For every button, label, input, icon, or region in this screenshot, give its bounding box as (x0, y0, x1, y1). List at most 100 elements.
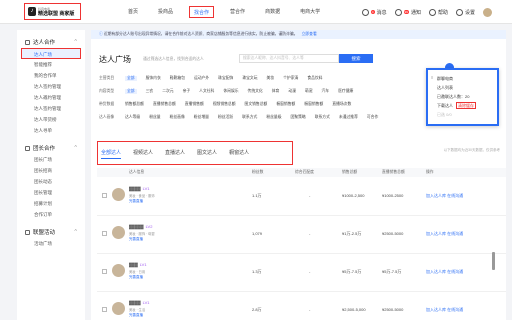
table-row[interactable]: ▓▓▓▓▓ LV2 美妆 · 服饰 · 母婴 完善直播 1,079 - ¥1万-2… (97, 216, 506, 254)
filter-dropdown[interactable]: 直播销售总额 (153, 102, 176, 107)
filter-option[interactable]: 鞋靴箱包 (170, 76, 185, 81)
filter-option[interactable]: 服饰内衣 (146, 76, 161, 81)
filter-option[interactable]: 运动户外 (194, 76, 209, 81)
tab-all[interactable]: 全部达人 (101, 147, 122, 159)
nav-item-cooperation[interactable]: 找合作 (189, 6, 215, 18)
message-button[interactable]: 4 消息 (361, 8, 387, 16)
filter-option[interactable]: 二次元 (162, 89, 173, 94)
nav-item-products[interactable]: 投商品 (148, 6, 183, 18)
sidebar-item-leader-manage[interactable]: 团长管理 (17, 187, 85, 198)
add-to-library-button[interactable]: 加入达人库 (426, 269, 446, 274)
talent-link[interactable]: 完善直播 (129, 313, 143, 318)
nav-item-home[interactable]: 首页 (118, 6, 148, 18)
download-button[interactable]: 下载达人 (437, 103, 453, 108)
table-row[interactable]: ▓▓▓▓ LV1 美妆 · 食品 · 服饰 完善直播 1.1万 - ¥1000-2… (97, 178, 506, 216)
filter-option[interactable]: 动漫 (288, 89, 296, 94)
clear-cache-button[interactable]: 清除缓存 (456, 102, 476, 109)
filter-dropdown[interactable]: 直播场次数 (332, 102, 351, 107)
sidebar-item-recruit[interactable]: 招募计划 (17, 198, 85, 209)
add-to-library-button[interactable]: 加入达人库 (426, 193, 446, 198)
filter-option[interactable]: 萌宠 (305, 89, 313, 94)
col-header-live-sales[interactable]: 直播销售总额 (382, 168, 405, 177)
filter-option[interactable]: 美妆 (267, 76, 275, 81)
filter-option[interactable]: 传统文化 (248, 89, 263, 94)
tab-live[interactable]: 直播达人 (165, 147, 185, 159)
filter-dropdown[interactable]: 销售额总额 (125, 102, 144, 107)
search-input[interactable]: 搜索达人昵称、达人抖音号、达人等 (239, 54, 339, 63)
nav-item-data[interactable]: 商数据 (255, 6, 290, 18)
filter-option[interactable]: 人文社科 (199, 89, 214, 94)
logo[interactable]: ♪ 抖音电商 精选联盟 商家版 (24, 3, 81, 20)
sidebar-item-seek[interactable]: 达人寻单 (17, 125, 85, 136)
filter-option[interactable]: 汽车 (322, 89, 330, 94)
talent-name[interactable]: ▓▓▓▓ LV1 (129, 186, 150, 191)
col-header-fans[interactable]: 粉丝数 (252, 168, 263, 177)
filter-option[interactable]: 三农 (146, 89, 154, 94)
filter-option[interactable]: 休闲娱乐 (223, 89, 238, 94)
chat-button[interactable]: 在线沟通 (447, 307, 463, 312)
nav-item-marketing[interactable]: 营合作 (220, 6, 255, 18)
filter-dropdown[interactable]: 粉丝画像 (170, 115, 185, 120)
nav-item-university[interactable]: 电商大学 (290, 6, 330, 18)
filter-dropdown[interactable]: 粉丝量级 (266, 115, 281, 120)
filter-option[interactable]: 珠宝配饰 (218, 76, 233, 81)
table-row[interactable]: ▓▓▓ LV1 美妆 · 日用 完善直播 1.3万 - ¥5万-7.5万 ¥5万-… (97, 254, 506, 292)
sidebar-section-leader[interactable]: 团长合作 ^ (17, 142, 85, 154)
filter-option[interactable]: 医疗健康 (338, 89, 353, 94)
avatar[interactable] (483, 7, 492, 17)
settings-button[interactable]: 设置 (455, 8, 475, 16)
sidebar-item-leader-square[interactable]: 团长广场 (17, 154, 85, 165)
add-to-library-button[interactable]: 加入达人库 (426, 231, 446, 236)
notice-button[interactable]: 99 通知 (394, 8, 421, 16)
talent-name[interactable]: ▓▓▓▓ LV1 (129, 300, 150, 305)
sidebar-section-talent[interactable]: 达人合作 ^ (17, 36, 85, 48)
filter-option[interactable]: 食品饮料 (307, 76, 322, 81)
sidebar-item-talent-square[interactable]: 达人广场 (21, 48, 81, 59)
filter-dropdown[interactable]: 图文销售总额 (245, 102, 268, 107)
sidebar-item-leader-invite[interactable]: 团长招商 (17, 165, 85, 176)
chat-button[interactable]: 在线沟通 (447, 231, 463, 236)
chat-button[interactable]: 在线沟通 (447, 269, 463, 274)
row-checkbox[interactable] (102, 269, 107, 274)
filter-dropdown[interactable]: 联系方式 (242, 115, 257, 120)
talent-link[interactable]: 完善直播 (129, 275, 143, 280)
talent-link[interactable]: 完善直播 (129, 199, 143, 204)
sidebar-item-sign-manage[interactable]: 达人签约管理 (17, 103, 85, 114)
filter-option[interactable]: 全部 (125, 76, 137, 81)
filter-dropdown[interactable]: 粉丝活跃 (218, 115, 233, 120)
row-checkbox[interactable] (102, 193, 107, 198)
menu-icon[interactable]: ≡ (431, 75, 433, 80)
filter-dropdown[interactable]: 联系方式 (315, 115, 330, 120)
sidebar-item-leader-news[interactable]: 团长动态 (17, 176, 85, 187)
notice-link[interactable]: 立即查看 (302, 32, 317, 36)
add-to-library-button[interactable]: 加入达人库 (426, 307, 446, 312)
filter-dropdown[interactable]: 可合作 (367, 115, 378, 120)
filter-dropdown[interactable]: 粉丝增量 (194, 115, 209, 120)
row-checkbox[interactable] (102, 231, 107, 236)
tab-image[interactable]: 图文达人 (197, 147, 217, 159)
filter-option[interactable]: 体育 (272, 89, 280, 94)
col-header-match[interactable]: 综合匹配度 (295, 168, 314, 177)
filter-option[interactable]: 珠宝文玩 (242, 76, 257, 81)
filter-dropdown[interactable]: 团聚策略 (291, 115, 306, 120)
sidebar-item-coop-orders[interactable]: 合作订单 (17, 209, 85, 220)
filter-dropdown[interactable]: 视频销售总额 (213, 102, 236, 107)
talent-link[interactable]: 完善直播 (129, 237, 143, 242)
sidebar-section-events[interactable]: 联盟活动 ^ (17, 226, 85, 238)
talent-name[interactable]: ▓▓▓ LV1 (129, 262, 147, 267)
sidebar-item-my-orders[interactable]: 我的合作单 (17, 70, 85, 81)
scrollbar[interactable] (492, 252, 495, 270)
filter-dropdown[interactable]: 未通过推荐 (339, 115, 358, 120)
filter-option[interactable]: 亲子 (183, 89, 191, 94)
chat-button[interactable]: 在线沟通 (447, 193, 463, 198)
filter-dropdown[interactable]: 达人等级 (125, 115, 140, 120)
sidebar-item-rank[interactable]: 达人带货榜 (17, 114, 85, 125)
filter-dropdown[interactable]: 橱窗销售额 (304, 102, 323, 107)
talent-name[interactable]: ▓▓▓▓▓ LV2 (129, 224, 152, 229)
sidebar-item-event-square[interactable]: 活动广场 (17, 238, 85, 249)
popup-item-list[interactable]: 达人列表 (437, 83, 497, 92)
filter-dropdown[interactable]: 橱窗销售额 (276, 102, 295, 107)
search-button[interactable]: 搜索 (339, 54, 373, 63)
col-header-sales[interactable]: 销售总额 (342, 168, 357, 177)
sidebar-item-invite[interactable]: 达人邀约管理 (17, 92, 85, 103)
